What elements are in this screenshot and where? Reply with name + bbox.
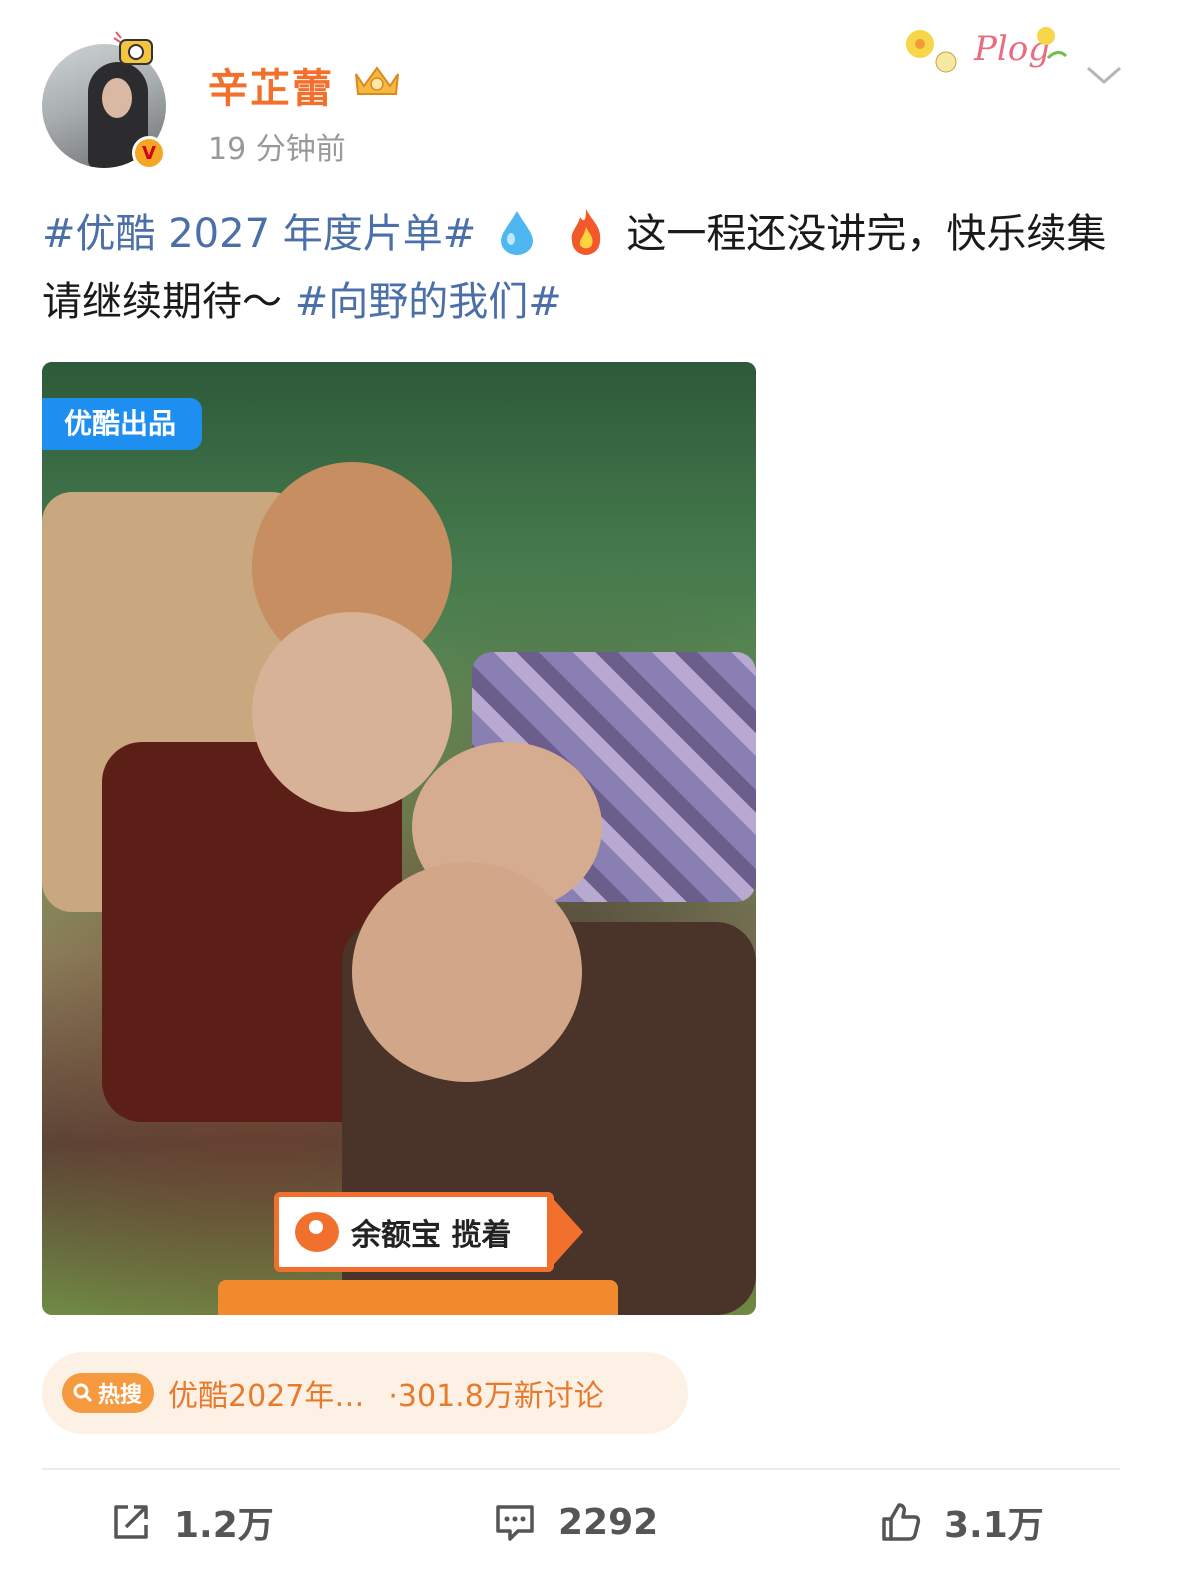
chevron-down-icon[interactable] (1084, 60, 1124, 90)
like-icon (882, 1503, 921, 1541)
hashtag-link[interactable]: #向野的我们# (295, 279, 562, 325)
share-count: 1.2万 (174, 1505, 274, 1546)
crown-level-icon[interactable] (350, 60, 404, 100)
trend-title: 优酷2027年… (168, 1379, 365, 1414)
image-face (252, 612, 452, 812)
avatar-face (102, 78, 132, 118)
post-text: #优酷 2027 年度片单# 这一程还没讲完，快乐续集请继续期待～ #向野的我们… (42, 200, 1132, 336)
sponsor-logo-icon (295, 1212, 339, 1252)
water-drop-icon (500, 211, 533, 255)
hot-search-badge: 热搜 (62, 1373, 155, 1413)
search-icon (73, 1383, 93, 1403)
show-title-graphic (218, 1280, 618, 1315)
share-button[interactable]: 1.2万 (110, 1494, 274, 1550)
trend-count: ·301.8万新讨论 (388, 1379, 604, 1414)
comment-count: 2292 (558, 1501, 659, 1543)
sponsor-text: 余额宝 揽着 (351, 1218, 512, 1253)
sponsor-arrow (547, 1192, 583, 1272)
sponsor-sign: 余额宝 揽着 (274, 1192, 554, 1272)
comment-icon (496, 1505, 534, 1541)
share-icon (114, 1505, 148, 1539)
hot-search-label: 热搜 (98, 1383, 143, 1408)
fire-icon (571, 209, 600, 255)
youku-badge: 优酷出品 (42, 398, 203, 450)
comment-button[interactable]: 2292 (494, 1494, 658, 1550)
image-face (352, 862, 582, 1082)
author-name[interactable]: 辛芷蕾 (208, 56, 334, 114)
hashtag-link[interactable]: #优酷 2027 年度片单# (42, 211, 476, 257)
post-time: 19 分钟前 (208, 132, 346, 167)
plog-sticker-icon[interactable]: Plog (898, 14, 1074, 86)
divider (42, 1468, 1120, 1470)
verified-badge-icon: V (132, 136, 166, 170)
avatar-decoration-icon (113, 31, 153, 65)
post-image[interactable]: 优酷出品 余额宝 揽着 (42, 362, 756, 1315)
like-button[interactable]: 3.1万 (880, 1494, 1044, 1550)
like-count: 3.1万 (944, 1505, 1044, 1546)
trending-topic-pill[interactable]: 热搜 优酷2027年… ·301.8万新讨论 (42, 1352, 688, 1434)
